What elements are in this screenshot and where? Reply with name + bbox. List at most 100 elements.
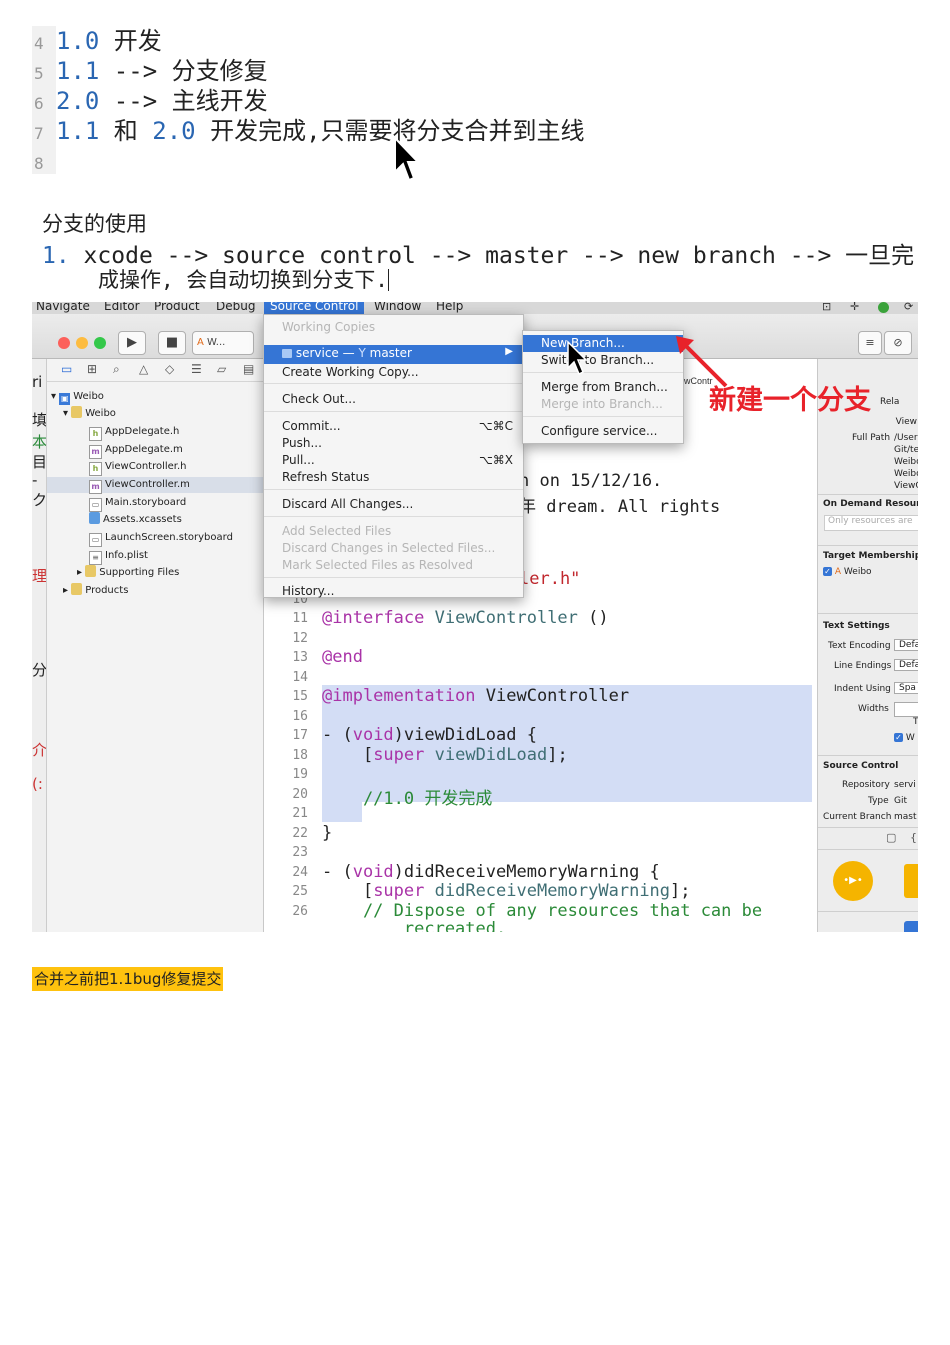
section-title: 分支的使用 <box>42 212 147 236</box>
folder-icon <box>71 406 83 418</box>
code-line: [super viewDidLoad]; <box>322 745 568 765</box>
menu-item-mark-resolved: Mark Selected Files as Resolved <box>282 558 474 572</box>
code-line: 4 1.0 开发 <box>32 26 162 56</box>
line-number: 26 <box>292 904 308 919</box>
code-line: @interface ViewController () <box>322 608 609 628</box>
report-navigator-icon[interactable]: ▤ <box>243 362 254 376</box>
tree-item-file[interactable]: h ViewController.h <box>89 459 187 476</box>
assistant-editor-button[interactable]: ⊘ <box>884 331 912 355</box>
target-membership-checkbox[interactable]: ✓ A Weibo <box>823 567 872 577</box>
menu-editor[interactable]: Editor <box>104 302 140 313</box>
line-text: 开发完成,只需要将分支合并到主线 <box>195 117 585 145</box>
tree-item-file[interactable]: ▭ LaunchScreen.storyboard <box>89 530 233 547</box>
menu-debug[interactable]: Debug <box>216 302 255 313</box>
menu-item-commit[interactable]: Commit... <box>282 418 341 435</box>
line-number: 15 <box>292 689 308 704</box>
menu-window[interactable]: Window <box>374 302 421 313</box>
debug-navigator-icon[interactable]: ☰ <box>191 362 202 376</box>
menu-item-merge-from[interactable]: Merge from Branch... <box>541 379 668 396</box>
menu-source-control[interactable]: Source Control <box>264 302 365 314</box>
menu-item-refresh-status[interactable]: Refresh Status <box>282 469 369 486</box>
menu-item-history[interactable]: History... <box>282 583 334 600</box>
code-snippet-versions: 4 1.0 开发 5 1.1 --> 分支修复 6 2.0 --> 主线开发 7 1.1… <box>32 26 642 182</box>
version-number: 1.1 <box>56 117 100 145</box>
tree-item-file[interactable]: h AppDelegate.h <box>89 424 179 441</box>
menu-item-working-copies: Working Copies <box>282 320 376 334</box>
tree-item-file[interactable]: ≡ Info.plist <box>89 548 148 565</box>
menu-product[interactable]: Product <box>154 302 200 313</box>
zoom-window-button[interactable] <box>94 337 106 349</box>
branch-icon: Y <box>358 346 366 360</box>
test-navigator-icon[interactable]: ◇ <box>165 362 174 376</box>
wrap-lines-checkbox[interactable]: ✓ W <box>894 733 915 743</box>
tree-item-file[interactable]: ▭ Main.storyboard <box>89 495 186 512</box>
tree-item-file[interactable]: Assets.xcassets <box>89 512 182 528</box>
menu-bar: Navigate Editor Product Debug Source Con… <box>32 302 918 314</box>
code-snippet-icon[interactable]: { <box>910 831 917 844</box>
storyboard-icon: ▭ <box>89 498 102 512</box>
code-line: recreated. <box>322 919 507 932</box>
line-number: 18 <box>292 748 308 763</box>
on-demand-tags-field[interactable]: Only resources are <box>824 515 918 531</box>
stop-button[interactable]: ■ <box>158 331 186 355</box>
implementation-file-icon: m <box>89 445 102 459</box>
branch-submenu: New Branch... Switch to Branch... Merge … <box>522 330 684 444</box>
menu-help[interactable]: Help <box>436 302 463 313</box>
close-window-button[interactable] <box>58 337 70 349</box>
disclosure-open-icon: ▾ <box>63 408 69 419</box>
menu-navigate[interactable]: Navigate <box>36 302 90 313</box>
widths-field[interactable] <box>894 702 918 717</box>
tree-item-folder[interactable]: ▾ Weibo <box>63 406 116 422</box>
text-encoding-select[interactable]: Defa <box>894 639 918 651</box>
tree-item-file-selected[interactable]: m ViewController.m <box>47 477 263 494</box>
checkbox-checked-icon: ✓ <box>823 567 832 576</box>
menu-item-pull[interactable]: Pull... <box>282 452 315 469</box>
header-file-icon: h <box>89 462 102 476</box>
text-caret <box>387 269 389 291</box>
project-navigator-icon[interactable]: ▭ <box>61 362 72 376</box>
run-button[interactable]: ▶ <box>118 331 146 355</box>
code-line: //1.0 开发完成 <box>322 789 493 809</box>
code-line: } <box>322 823 333 843</box>
tree-item-file[interactable]: m AppDelegate.m <box>89 442 183 459</box>
project-icon: ▣ <box>59 393 71 405</box>
menu-item-push[interactable]: Push... <box>282 435 322 452</box>
menu-item-add-selected: Add Selected Files <box>282 524 392 538</box>
line-number: 12 <box>292 631 308 646</box>
menu-item-create-working-copy[interactable]: Create Working Copy... <box>282 364 419 381</box>
xcode-screenshot: Navigate Editor Product Debug Source Con… <box>32 302 918 932</box>
repository-icon <box>282 349 292 358</box>
find-navigator-icon[interactable]: ⌕ <box>113 362 120 377</box>
minimize-window-button[interactable] <box>76 337 88 349</box>
menu-item-check-out[interactable]: Check Out... <box>282 391 356 408</box>
line-number: 13 <box>292 650 308 665</box>
issue-navigator-icon[interactable]: △ <box>139 362 148 376</box>
tree-item-project[interactable]: ▾ ▣ Weibo <box>51 389 104 405</box>
line-text: --> 主线开发 <box>99 87 268 115</box>
line-number: 25 <box>292 884 308 899</box>
menu-item-discard-selected: Discard Changes in Selected Files... <box>282 541 496 555</box>
menu-item-discard-all[interactable]: Discard All Changes... <box>282 496 413 513</box>
scheme-selector[interactable]: A W... <box>192 331 254 355</box>
code-line: @end <box>322 647 363 667</box>
object-library-item-icon[interactable] <box>904 864 918 898</box>
code-fragment: ler.h" <box>519 569 581 589</box>
version-number: 2.0 <box>56 87 100 115</box>
symbol-navigator-icon[interactable]: ⊞ <box>87 362 97 376</box>
breakpoint-navigator-icon[interactable]: ▱ <box>217 362 226 376</box>
status-icon-sync: ⟳ <box>904 302 914 313</box>
line-endings-select[interactable]: Defa <box>894 659 918 671</box>
standard-editor-button[interactable]: ≡ <box>858 331 882 355</box>
object-library-item-icon[interactable]: •▶• <box>833 861 873 901</box>
menu-item-switch-branch[interactable]: Switch to Branch... <box>541 352 654 369</box>
tree-item-folder[interactable]: ▸ Products <box>63 583 128 599</box>
tree-item-folder[interactable]: ▸ Supporting Files <box>77 565 179 581</box>
menu-item-configure-service[interactable]: Configure service... <box>541 423 657 440</box>
file-template-icon[interactable]: ▢ <box>886 831 896 844</box>
submenu-arrow-icon: ▶ <box>505 346 513 357</box>
indent-using-select[interactable]: Spa <box>894 682 918 694</box>
object-library-item-icon[interactable] <box>904 921 918 932</box>
project-navigator: ▭ ⊞ ⌕ △ ◇ ☰ ▱ ▤ ▾ ▣ Weibo ▾ Weibo h AppDel… <box>47 359 264 932</box>
disclosure-closed-icon: ▸ <box>77 567 83 578</box>
menu-item-service-master[interactable]: service — Y master ▶ <box>264 345 523 364</box>
